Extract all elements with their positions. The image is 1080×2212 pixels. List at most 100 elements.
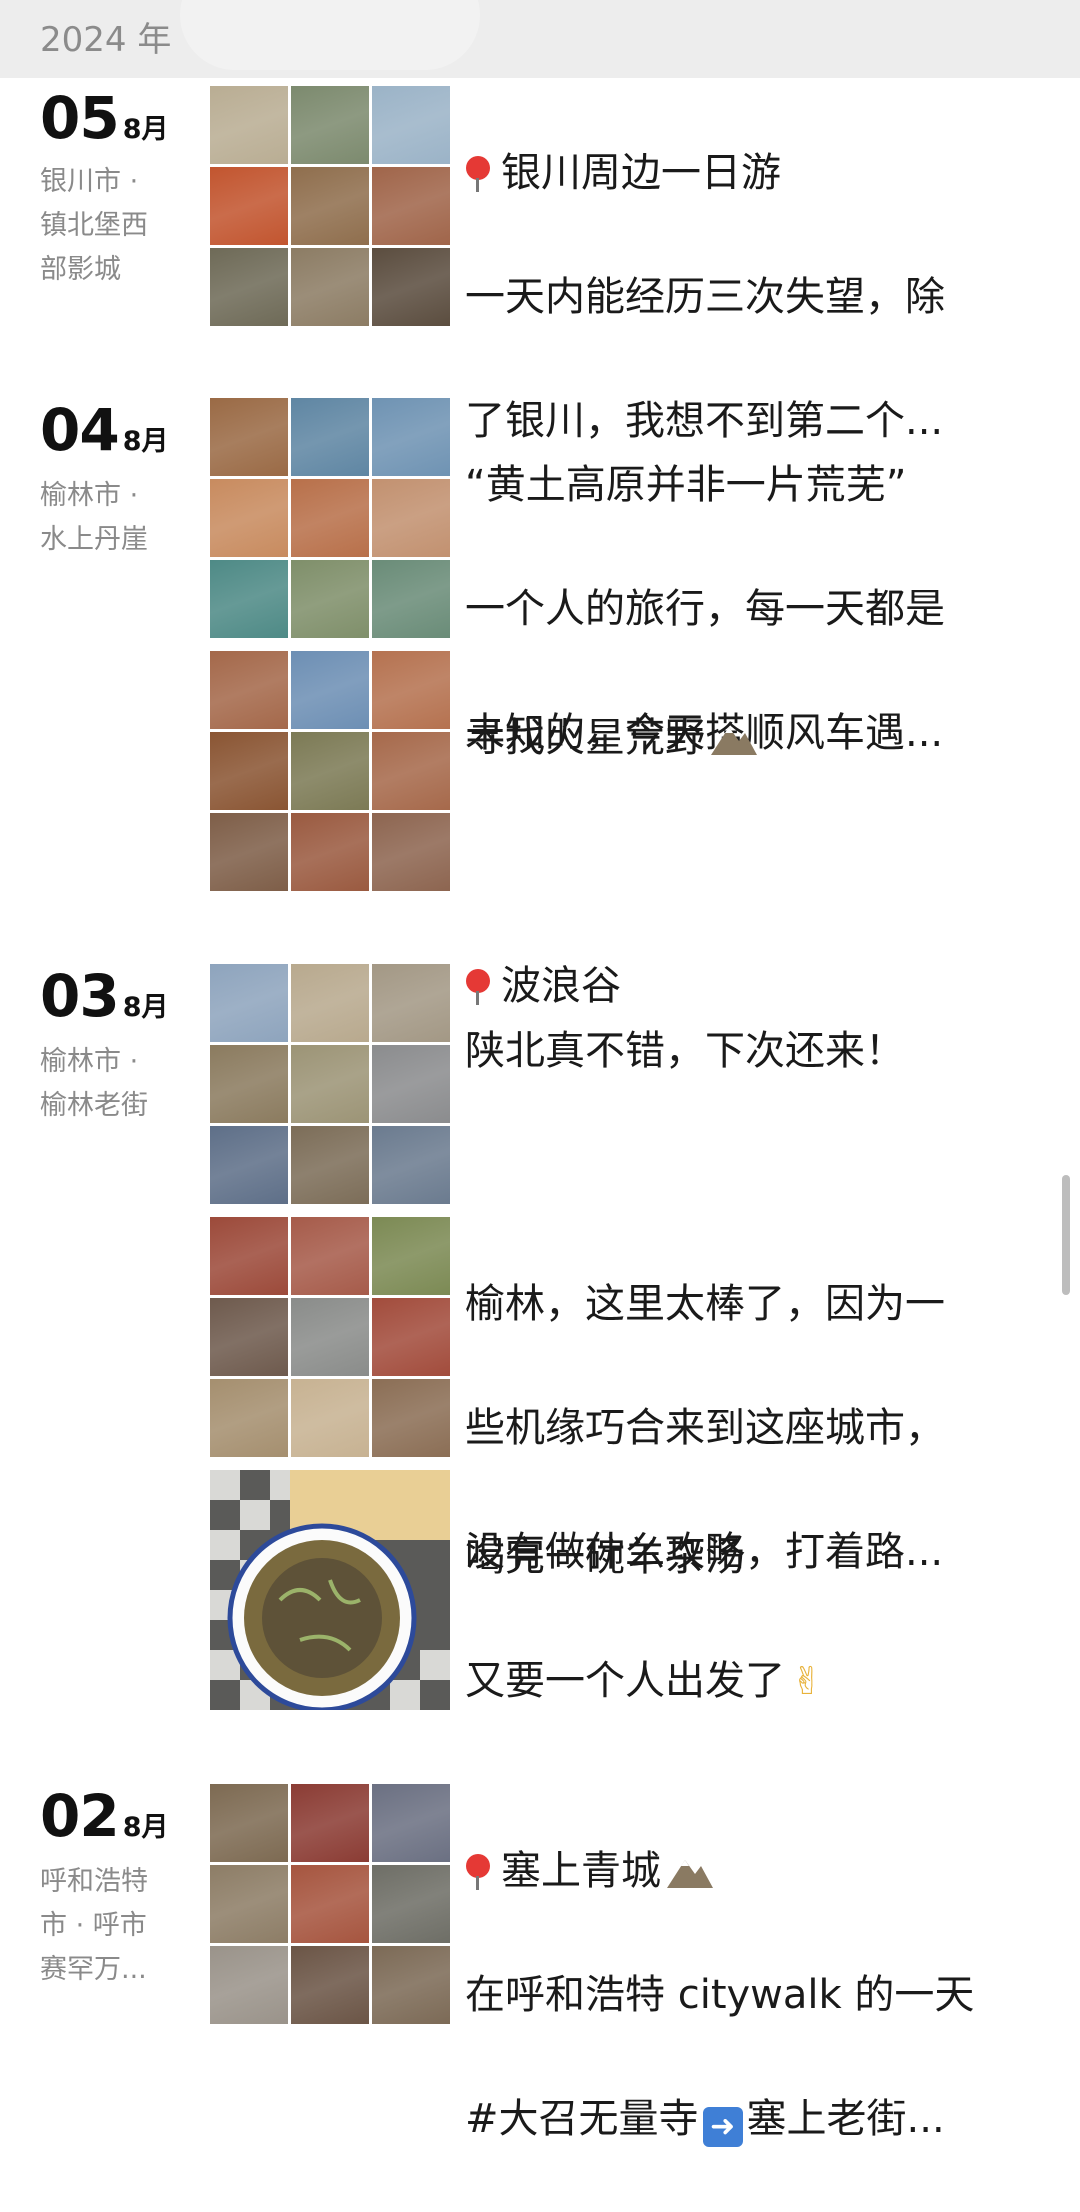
victory-hand-icon: ✌ [791, 1659, 823, 1703]
right-arrow-icon: ➜ [702, 2107, 743, 2147]
photo-thumbnail[interactable] [291, 1865, 369, 1943]
photo-thumbnail[interactable] [210, 1784, 288, 1862]
photo-thumbnail[interactable] [210, 1298, 288, 1376]
location-line: 镇北堡西 [40, 210, 148, 241]
photo-thumbnail[interactable] [291, 1298, 369, 1376]
photo-single[interactable] [210, 1470, 450, 1713]
location-line: 水上丹崖 [40, 524, 148, 555]
location-line: 榆林市 · [40, 1046, 139, 1077]
photo-thumbnail[interactable] [291, 86, 369, 164]
header-decoration [180, 0, 480, 70]
photo-grid[interactable] [210, 86, 450, 326]
photo-thumbnail[interactable] [372, 964, 450, 1042]
post-text[interactable]: 塞上青城 在呼和浩特 citywalk 的一天 #大召无量寺 ➜ 塞上老街... [465, 1778, 1025, 2212]
entry-location: 榆林市 · 榆林老街 [40, 1040, 180, 1128]
photo-thumbnail[interactable] [372, 1379, 450, 1457]
photo-thumbnail[interactable] [210, 479, 288, 557]
photo-thumbnail[interactable] [372, 248, 450, 326]
photo-thumbnail[interactable] [372, 1126, 450, 1204]
post-line: 些机缘巧合来到这座城市， [465, 1405, 945, 1451]
photo-thumbnail[interactable] [291, 560, 369, 638]
scrollbar[interactable] [1062, 1175, 1070, 1295]
photo-thumbnail[interactable] [372, 398, 450, 476]
photo-grid[interactable] [210, 1217, 450, 1457]
year-label: 2024 年 [40, 20, 172, 60]
photo-grid[interactable] [210, 1784, 450, 2024]
photo-grid[interactable] [210, 651, 450, 891]
photo-thumbnail[interactable] [372, 560, 450, 638]
photo-thumbnail[interactable] [210, 248, 288, 326]
photo-thumbnail[interactable] [291, 813, 369, 891]
photo-thumbnail[interactable] [210, 86, 288, 164]
photo-thumbnail[interactable] [372, 813, 450, 891]
entry-day: 03 [40, 962, 120, 1030]
post-line: “黄土高原并非一片荒芜” [465, 462, 907, 508]
photo-thumbnail[interactable] [210, 1217, 288, 1295]
photo-thumbnail[interactable] [372, 1784, 450, 1862]
photo-thumbnail[interactable] [210, 1946, 288, 2024]
location-line: 赛罕万... [40, 1954, 147, 1985]
photo-thumbnail[interactable] [210, 1379, 288, 1457]
photo-thumbnail[interactable] [210, 1045, 288, 1123]
photo-thumbnail[interactable] [291, 651, 369, 729]
photo-thumbnail[interactable] [210, 732, 288, 810]
mountain-icon [665, 1844, 715, 1888]
photo-thumbnail[interactable] [291, 479, 369, 557]
entry-month: 8月 [122, 992, 169, 1023]
photo-thumbnail[interactable] [210, 964, 288, 1042]
post-line: 一天内能经历三次失望，除 [465, 274, 945, 320]
entry-day: 02 [40, 1782, 120, 1850]
photo-thumbnail[interactable] [291, 732, 369, 810]
photo-thumbnail[interactable] [372, 1045, 450, 1123]
photo-thumbnail[interactable] [291, 1126, 369, 1204]
photo-thumbnail[interactable] [291, 167, 369, 245]
photo-thumbnail[interactable] [291, 1217, 369, 1295]
photo-thumbnail[interactable] [210, 1865, 288, 1943]
photo-thumbnail[interactable] [372, 1217, 450, 1295]
photo-thumbnail[interactable] [372, 1865, 450, 1943]
entry-day: 05 [40, 84, 120, 152]
photo-thumbnail[interactable] [291, 1045, 369, 1123]
photo-grid[interactable] [210, 398, 450, 638]
post-text[interactable]: 陕北真不错，下次还来！ [465, 958, 1025, 1144]
post-line: 榆林，这里太棒了，因为一 [465, 1281, 945, 1327]
post-line: 喝完一碗羊杂汤 [465, 1534, 745, 1580]
photo-thumbnail[interactable] [372, 651, 450, 729]
entry-month: 8月 [122, 426, 169, 457]
photo-thumbnail[interactable] [372, 1298, 450, 1376]
photo-thumbnail[interactable] [372, 479, 450, 557]
entry-date: 04 8月 [40, 398, 169, 462]
post-text[interactable]: 喝完一碗羊杂汤 又要一个人出发了 ✌ [465, 1464, 1025, 1774]
photo-thumbnail[interactable] [210, 560, 288, 638]
photo-thumbnail[interactable] [291, 964, 369, 1042]
photo-thumbnail[interactable] [291, 248, 369, 326]
photo-thumbnail[interactable] [291, 1946, 369, 2024]
location-line: 榆林市 · [40, 480, 139, 511]
location-line: 银川市 · [40, 166, 139, 197]
entry-location: 呼和浩特 市 · 呼市 赛罕万... [40, 1860, 180, 1992]
entry-date: 03 8月 [40, 964, 169, 1028]
post-line: 又要一个人出发了 [465, 1658, 785, 1704]
photo-thumbnail[interactable] [210, 398, 288, 476]
photo-thumbnail[interactable] [372, 167, 450, 245]
photo-grid[interactable] [210, 964, 450, 1204]
entry-date: 02 8月 [40, 1784, 169, 1848]
post-line: 寻找火星荒野 [465, 715, 705, 761]
entry-location: 榆林市 · 水上丹崖 [40, 474, 180, 562]
post-line: 塞上青城 [501, 1848, 661, 1894]
photo-thumbnail[interactable] [291, 398, 369, 476]
photo-thumbnail[interactable] [291, 1784, 369, 1862]
photo-thumbnail[interactable] [372, 732, 450, 810]
photo-thumbnail[interactable] [210, 651, 288, 729]
entry-day: 04 [40, 396, 120, 464]
entry-location: 银川市 · 镇北堡西 部影城 [40, 160, 180, 292]
photo-thumbnail[interactable] [210, 813, 288, 891]
photo-thumbnail[interactable] [291, 1379, 369, 1457]
map-pin-icon [465, 156, 491, 192]
photo-thumbnail[interactable] [210, 1126, 288, 1204]
photo-thumbnail[interactable] [372, 1946, 450, 2024]
photo-thumbnail[interactable] [210, 167, 288, 245]
location-line: 市 · 呼市 [40, 1910, 147, 1941]
map-pin-icon [465, 1854, 491, 1890]
photo-thumbnail[interactable] [372, 86, 450, 164]
